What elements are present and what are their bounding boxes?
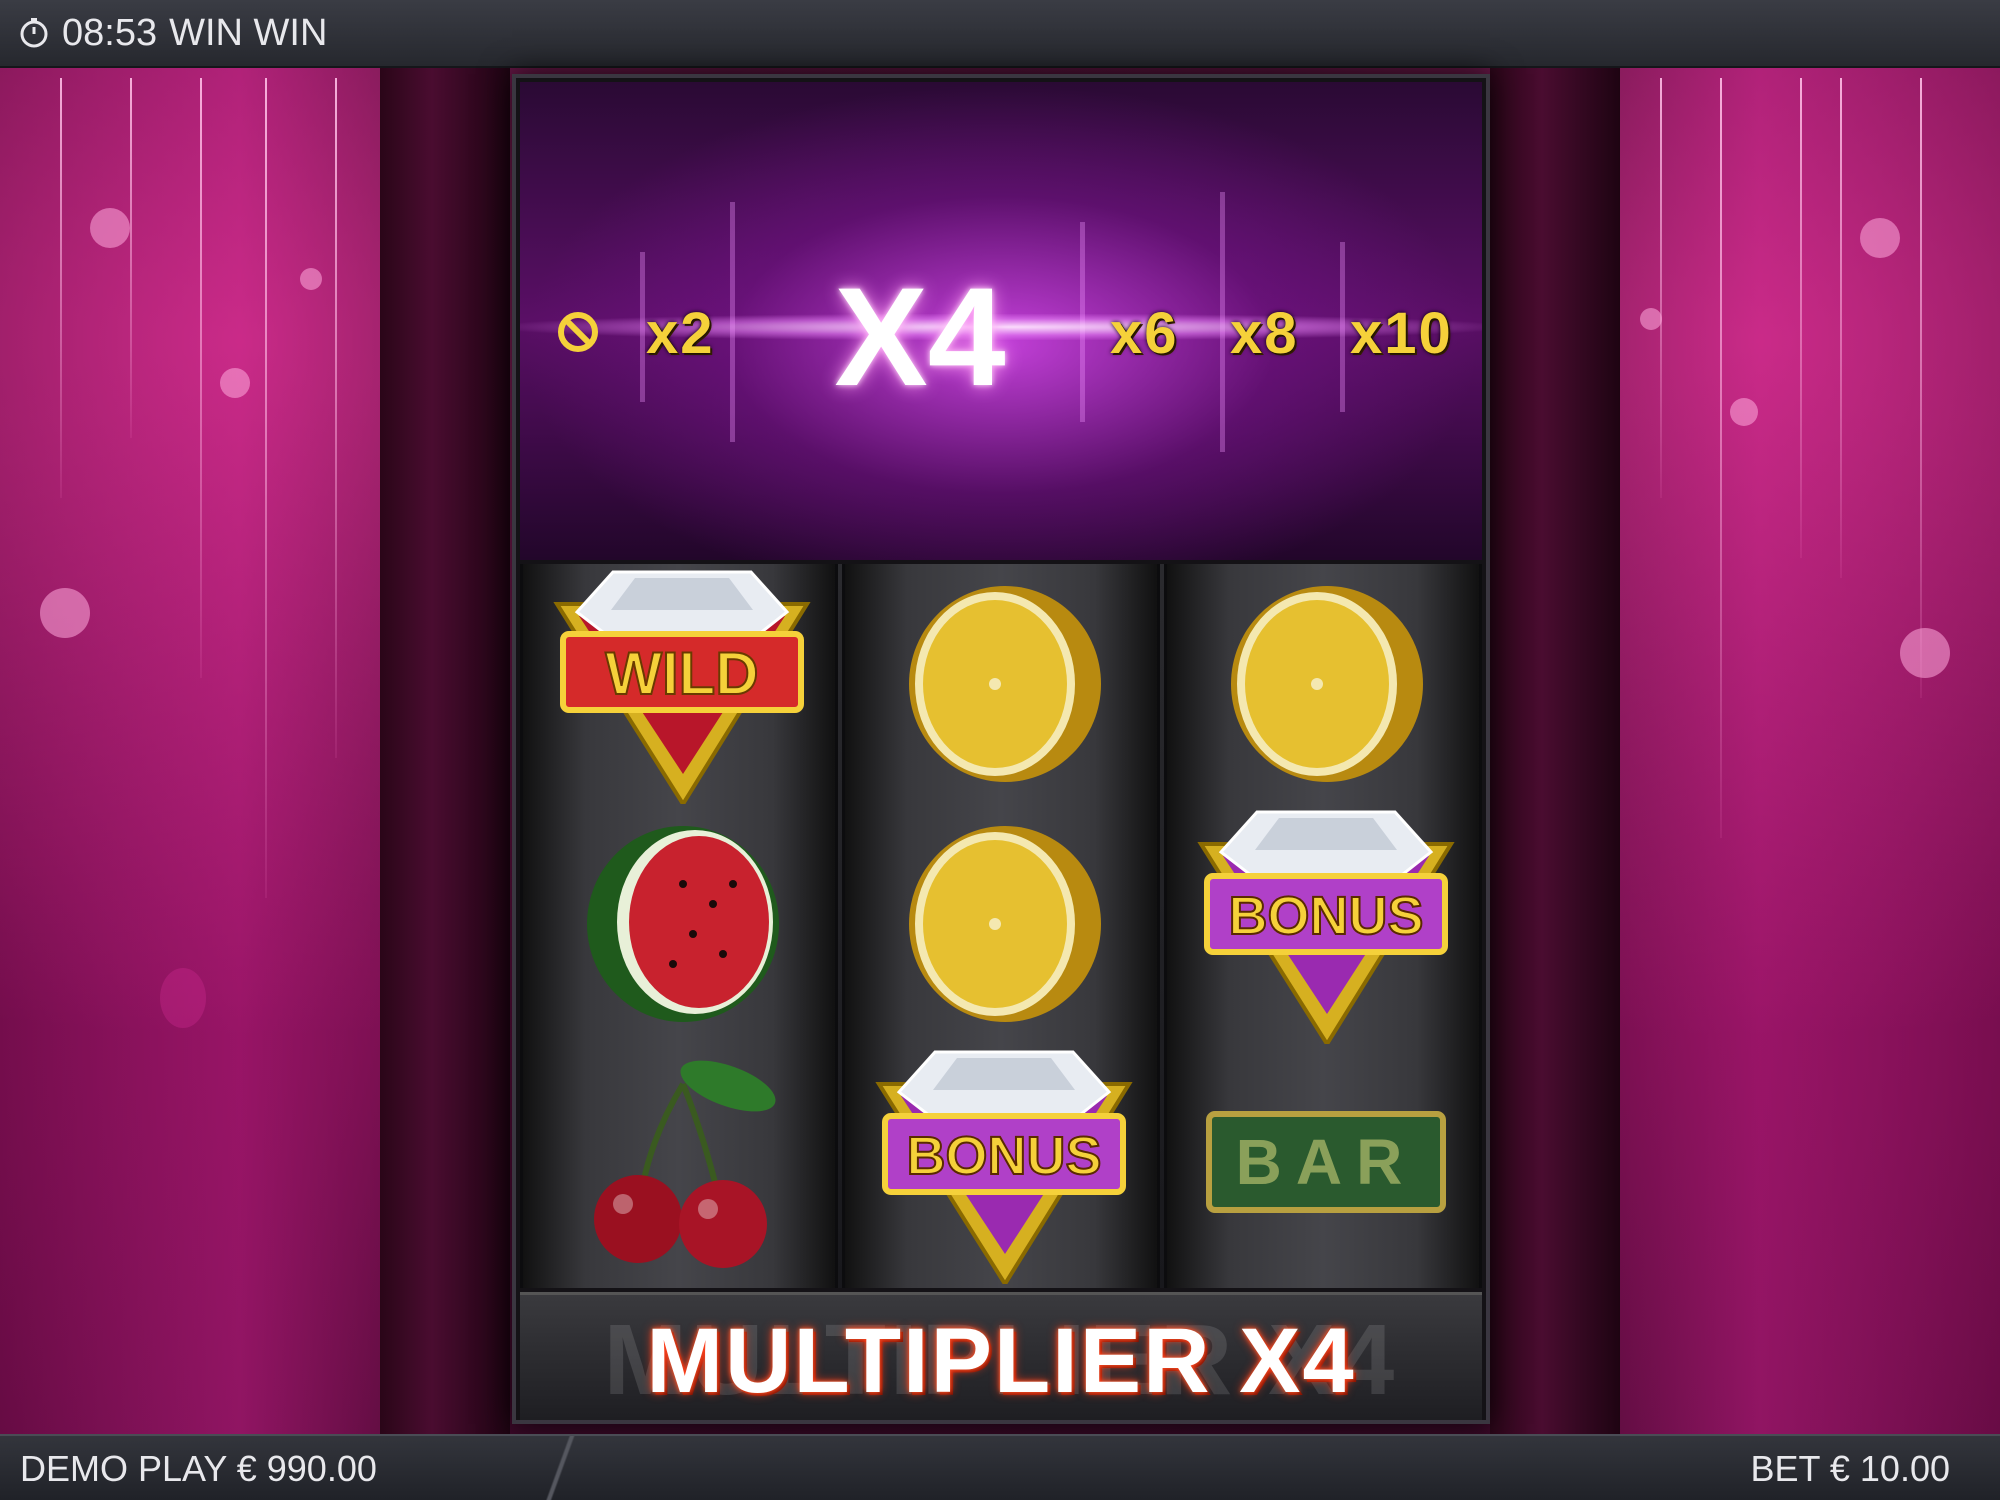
- multiplier-active: X4: [834, 258, 1006, 415]
- bottom-bar: DEMO PLAY € 990.00 BET € 10.00: [0, 1434, 2000, 1500]
- decor-strand: [1720, 78, 1722, 838]
- multiplier-panel: x2 X4 x6 x8 x10: [520, 82, 1482, 560]
- decor-strand: [1920, 78, 1922, 698]
- cherries-symbol: [594, 1060, 776, 1268]
- bonus-symbol: BONUS: [1197, 810, 1455, 1044]
- curtain-left: [380, 68, 510, 1434]
- decor-sparkle: [1900, 628, 1950, 678]
- decor-sparkle: [300, 268, 322, 290]
- bonus-label: BONUS: [1228, 886, 1423, 946]
- balance-display: DEMO PLAY € 990.00: [20, 1448, 377, 1489]
- wild-symbol: WILD: [553, 570, 811, 804]
- multiplier-x8: x8: [1230, 301, 1299, 366]
- decor-sparkle: [90, 208, 130, 248]
- decor-sparkle: [1640, 308, 1662, 330]
- reel-area: WILD BONUS BONUS BAR: [520, 564, 1482, 1288]
- decor-strand: [265, 78, 267, 898]
- lemon-symbol: [909, 586, 1101, 782]
- bar-symbol: BAR: [1206, 1111, 1446, 1213]
- watermelon-symbol: [587, 826, 779, 1022]
- no-multiplier-icon: [558, 312, 598, 352]
- decor-strand: [60, 78, 62, 498]
- multiplier-x10: x10: [1350, 301, 1453, 366]
- multiplier-track: x2 X4 x6 x8 x10: [520, 262, 1482, 412]
- clock-icon: [20, 18, 48, 48]
- game-title: WIN WIN: [169, 11, 328, 54]
- decor-sparkle: [220, 368, 250, 398]
- bonus-symbol: BONUS: [875, 1050, 1133, 1284]
- wild-label: WILD: [605, 640, 758, 707]
- bonus-label: BONUS: [906, 1126, 1101, 1186]
- decor-strand: [1840, 78, 1842, 578]
- banner-text: MULTIPLIER X4: [646, 1310, 1356, 1412]
- decor-strand: [1660, 78, 1662, 498]
- curtain-right: [1490, 68, 1620, 1434]
- decor-strand: [200, 78, 202, 678]
- bar-label: BAR: [1236, 1126, 1417, 1198]
- decor-sparkle: [40, 588, 90, 638]
- multiplier-x6: x6: [1110, 301, 1179, 366]
- decor-strand: [335, 78, 337, 758]
- bet-display[interactable]: BET € 10.00: [1751, 1448, 1950, 1490]
- decor-strand: [1800, 78, 1802, 558]
- reel-3: BONUS BAR: [1164, 564, 1482, 1288]
- decor-sparkle: [160, 968, 206, 1028]
- decor-strand: [130, 78, 132, 438]
- decor-sparkle: [1860, 218, 1900, 258]
- status-bar: 08:53 WIN WIN: [0, 0, 2000, 68]
- lemon-symbol: [909, 826, 1101, 1022]
- reel-2: BONUS: [842, 564, 1160, 1288]
- decor-sparkle: [1730, 398, 1758, 426]
- lemon-symbol: [1231, 586, 1423, 782]
- clock-time: 08:53: [62, 11, 158, 54]
- reel-1: WILD: [520, 564, 838, 1288]
- divider: [540, 1436, 580, 1500]
- slot-cabinet: x2 X4 x6 x8 x10 WILD BONUS BONUS BAR MUL…: [512, 74, 1490, 1424]
- multiplier-x2: x2: [646, 301, 715, 366]
- win-banner: MULTIPLIER X4 MULTIPLIER X4: [520, 1292, 1482, 1420]
